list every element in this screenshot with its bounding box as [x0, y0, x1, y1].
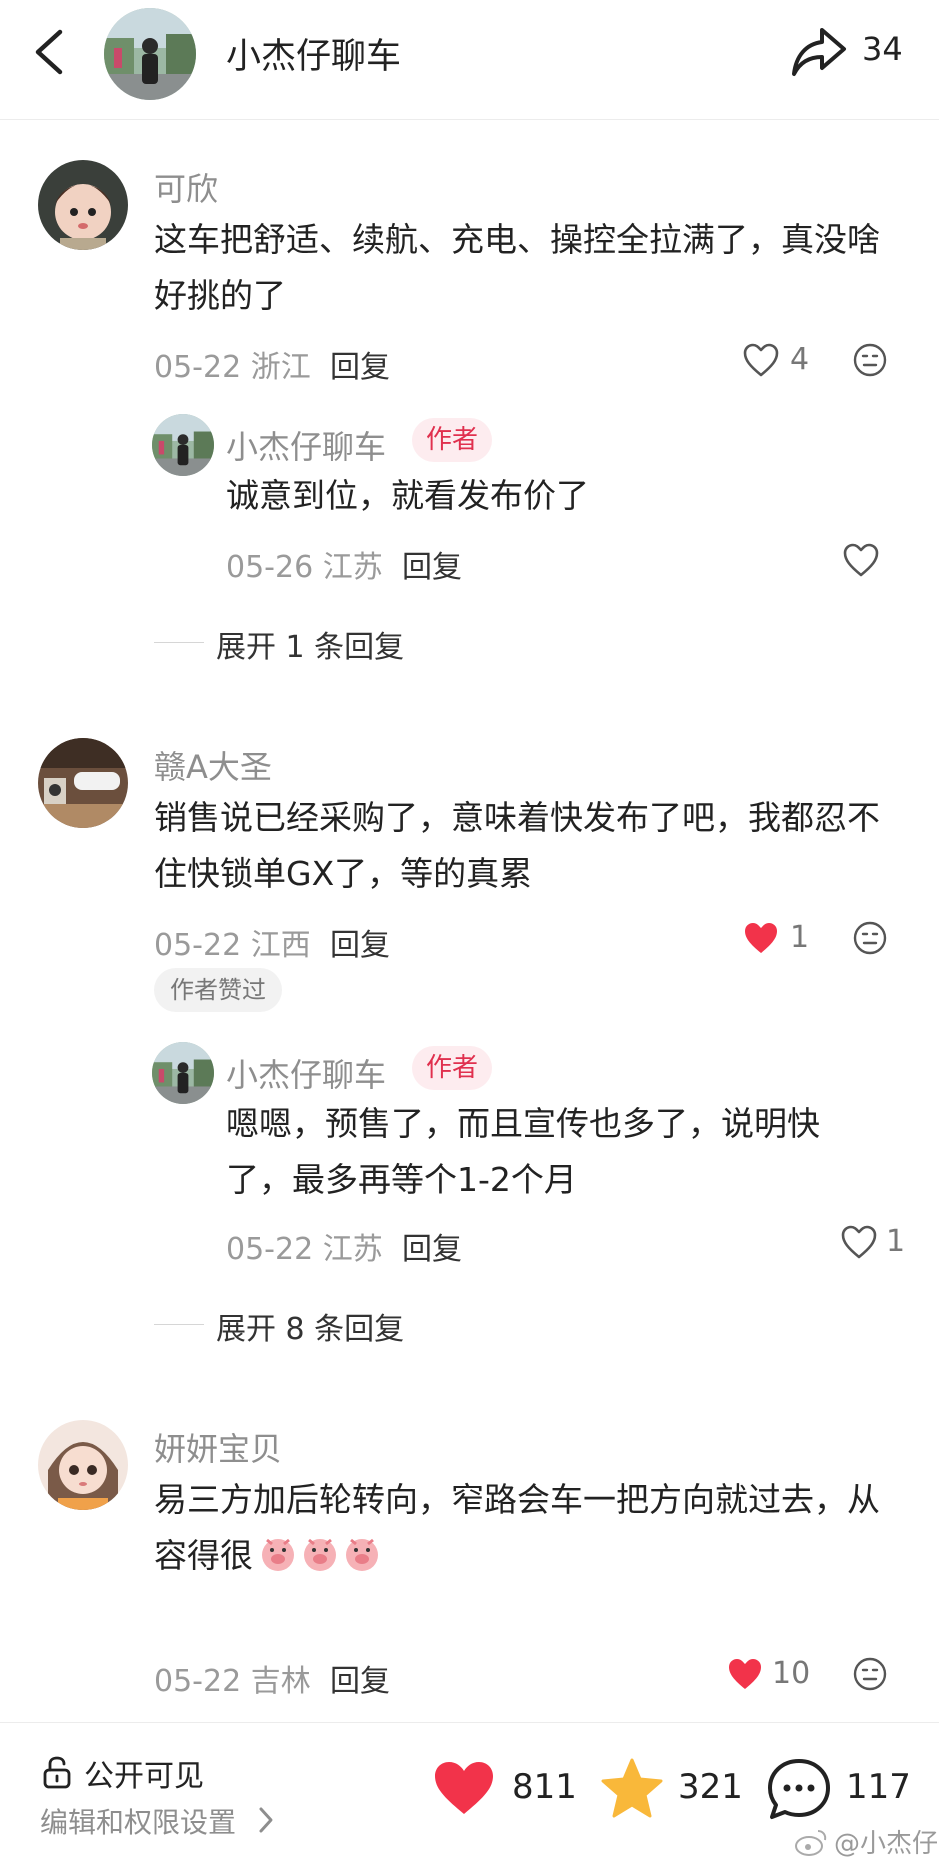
share-count: 34: [862, 30, 903, 68]
comment-bubble-icon[interactable]: [766, 1757, 832, 1821]
page-title: 小杰仔聊车: [226, 37, 402, 77]
post-favorite-count: 321: [678, 1767, 743, 1807]
expand-divider: [154, 1324, 204, 1325]
like-count: 4: [790, 342, 810, 377]
reply-date-location: 05-22 江苏: [226, 1232, 383, 1267]
comment-text: 易三方加后轮转向，窄路会车一把方向就过去，从容得很: [154, 1472, 894, 1584]
comment-username[interactable]: 赣A大圣: [154, 742, 272, 788]
expand-replies-button[interactable]: 展开 1 条回复: [216, 622, 404, 666]
expand-divider: [154, 642, 204, 643]
user-avatar[interactable]: [38, 1420, 128, 1510]
like-count: 1: [790, 920, 810, 955]
comment-date-location: 05-22 吉林: [154, 1664, 311, 1699]
star-filled-icon[interactable]: [600, 1757, 664, 1819]
heart-outline-icon[interactable]: [842, 542, 880, 578]
reply-username[interactable]: 小杰仔聊车: [226, 1050, 386, 1096]
comment-date-location: 05-22 江西: [154, 928, 311, 963]
share-icon[interactable]: [790, 22, 848, 80]
heart-filled-icon[interactable]: [432, 1759, 496, 1817]
author-avatar[interactable]: [152, 414, 214, 476]
user-avatar[interactable]: [38, 738, 128, 828]
visibility-label[interactable]: 公开可见: [84, 1751, 204, 1795]
heart-filled-icon[interactable]: [726, 1656, 764, 1692]
reply-button[interactable]: 回复: [330, 342, 390, 386]
reply-button[interactable]: 回复: [330, 920, 390, 964]
watermark-text: @小杰仔: [834, 1829, 939, 1859]
reply-button[interactable]: 回复: [330, 1656, 390, 1700]
like-count: 1: [886, 1224, 906, 1259]
pig-emoji-icon: [262, 1538, 294, 1571]
user-avatar[interactable]: [38, 160, 128, 250]
post-comment-count: 117: [846, 1767, 911, 1807]
reply-button[interactable]: 回复: [402, 1224, 462, 1268]
pig-emoji-icon: [346, 1538, 378, 1571]
like-count: 10: [772, 1656, 811, 1691]
top-bar: 小杰仔聊车 34: [0, 0, 939, 120]
post-like-count: 811: [512, 1767, 577, 1807]
reply-date-location: 05-26 江苏: [226, 550, 383, 585]
expand-replies-button[interactable]: 展开 8 条回复: [216, 1304, 404, 1348]
heart-outline-icon[interactable]: [840, 1224, 878, 1260]
reply-username[interactable]: 小杰仔聊车: [226, 422, 386, 468]
dislike-face-icon[interactable]: [852, 1656, 888, 1692]
dislike-face-icon[interactable]: [852, 920, 888, 956]
author-avatar[interactable]: [152, 1042, 214, 1104]
edit-permissions-link[interactable]: 编辑和权限设置: [40, 1801, 236, 1841]
author-liked-badge: 作者赞过: [154, 968, 282, 1012]
bottom-bar: 公开可见 编辑和权限设置 811 321 117 @小杰仔: [0, 1722, 939, 1862]
reply-button[interactable]: 回复: [402, 542, 462, 586]
unlock-icon: [43, 1756, 71, 1789]
back-arrow-icon[interactable]: [30, 28, 70, 76]
pig-emoji-icons: [259, 1536, 385, 1575]
heart-outline-icon[interactable]: [742, 342, 780, 378]
pig-emoji-icon: [304, 1538, 336, 1571]
comment-text: 销售说已经采购了，意味着快发布了吧，我都忍不住快锁单GX了，等的真累: [154, 798, 880, 893]
chevron-right-icon: [259, 1807, 273, 1833]
weibo-logo-icon: [795, 1830, 827, 1856]
dislike-face-icon[interactable]: [852, 342, 888, 378]
author-avatar[interactable]: [104, 8, 196, 100]
comment-username[interactable]: 可欣: [154, 164, 218, 210]
author-badge: 作者: [412, 418, 493, 462]
comment-username[interactable]: 妍妍宝贝: [154, 1424, 282, 1470]
author-badge: 作者: [412, 1046, 493, 1090]
heart-filled-icon[interactable]: [742, 920, 780, 956]
reply-text: 诚意到位，就看发布价了: [226, 476, 589, 515]
comment-date-location: 05-22 浙江: [154, 350, 311, 385]
reply-text: 嗯嗯，预售了，而且宣传也多了，说明快了，最多再等个1-2个月: [226, 1104, 820, 1199]
comment-text: 这车把舒适、续航、充电、操控全拉满了，真没啥好挑的了: [154, 220, 880, 315]
